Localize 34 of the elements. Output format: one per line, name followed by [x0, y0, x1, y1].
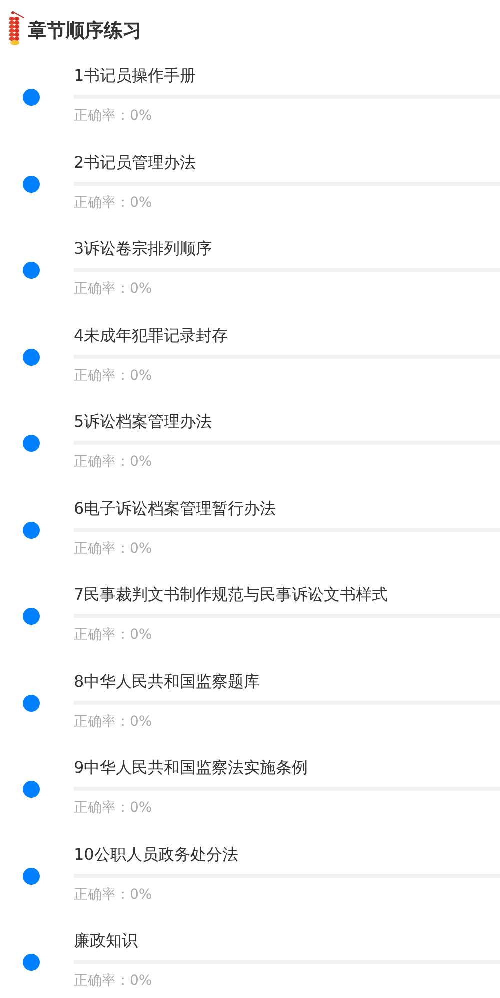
status-dot [23, 868, 40, 884]
accuracy-text: 正确率：0% [74, 712, 154, 732]
status-dot [23, 522, 40, 538]
accuracy-text: 正确率：0% [74, 626, 154, 645]
chapter-title[interactable]: 9中华人民共和国监察法实施条例 [74, 757, 500, 779]
accuracy-text: 正确率：0% [74, 194, 154, 212]
chapter-title[interactable]: 6电子诉讼档案管理暂行办法 [74, 498, 500, 520]
accuracy-text: 正确率：0% [74, 886, 154, 904]
status-dot [23, 954, 40, 971]
chapter-title[interactable]: 2书记员管理办法 [74, 152, 500, 174]
status-dot [23, 348, 40, 366]
accuracy-text: 正确率：0% [74, 366, 154, 386]
accuracy-text: 正确率：0% [74, 280, 154, 299]
status-dot [23, 781, 40, 798]
chapter-title[interactable]: 7民事裁判文书制作规范与民事诉讼文书样式 [74, 584, 500, 606]
status-dot [23, 89, 40, 106]
chapter-title[interactable]: 4未成年犯罪记录封存 [74, 324, 500, 346]
chapter-title[interactable]: 10公职人员政务处分法 [74, 844, 500, 866]
status-dot [23, 435, 40, 452]
status-dot [23, 608, 40, 625]
accuracy-text: 正确率：0% [74, 540, 154, 558]
accuracy-text: 正确率：0% [74, 972, 154, 991]
status-dot [23, 262, 40, 279]
page-title: 章节顺序练习 [28, 19, 142, 44]
chapter-title[interactable]: 廉政知识 [74, 930, 500, 952]
chapter-title[interactable]: 5诉讼档案管理办法 [74, 411, 500, 433]
status-dot [23, 694, 40, 712]
accuracy-text: 正确率：0% [74, 799, 154, 818]
chapter-title[interactable]: 3诉讼卷宗排列顺序 [74, 238, 500, 260]
chapter-title[interactable]: 8中华人民共和国监察题库 [74, 670, 500, 692]
status-dot [23, 176, 40, 192]
accuracy-text: 正确率：0% [74, 107, 154, 126]
accuracy-text: 正确率：0% [74, 453, 154, 472]
chapter-title[interactable]: 1书记员操作手册 [74, 65, 500, 87]
